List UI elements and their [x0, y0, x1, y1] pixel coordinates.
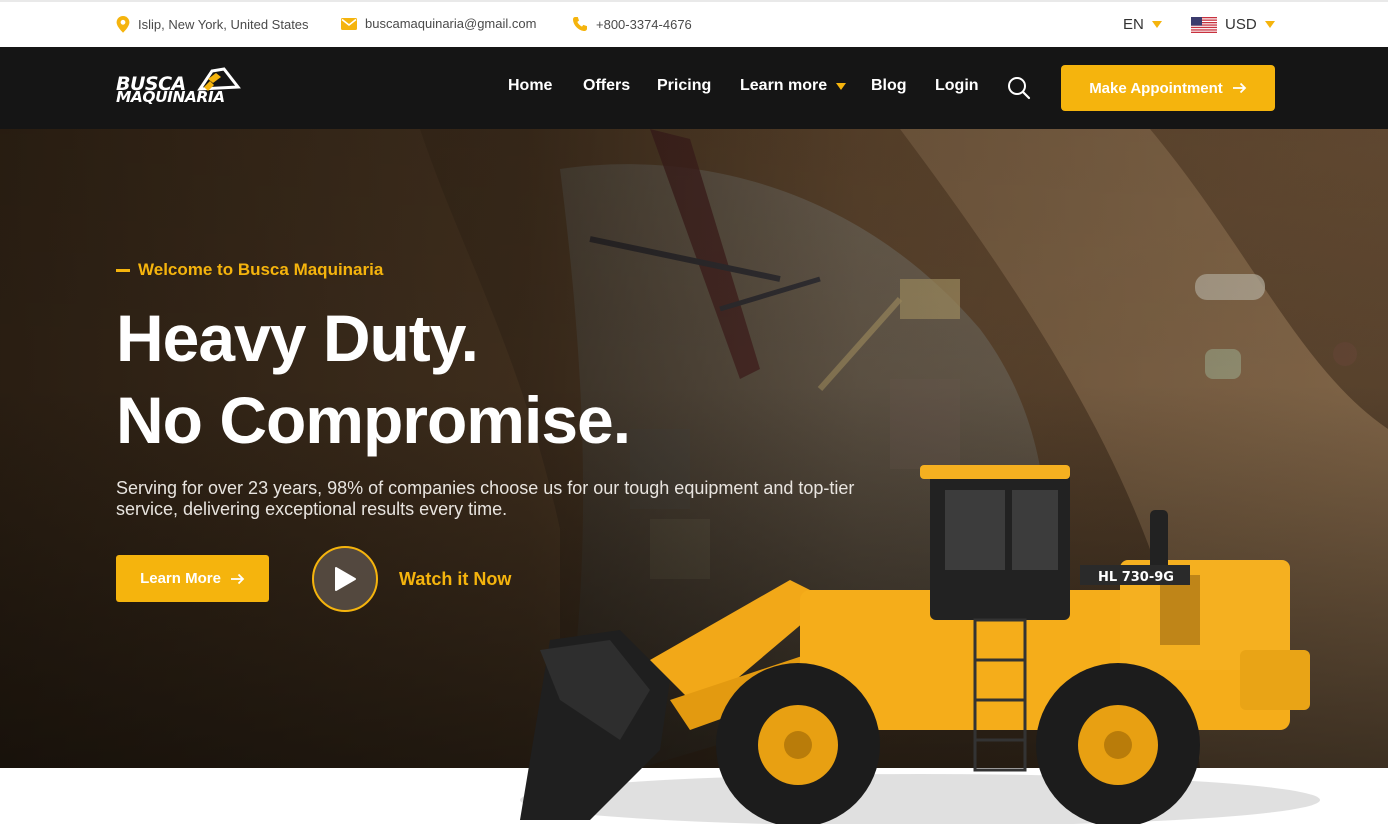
us-flag-icon: [1191, 16, 1217, 33]
nav-home[interactable]: Home: [508, 77, 552, 95]
location-info: Islip, New York, United States: [116, 16, 309, 33]
hero-eyebrow: Welcome to Busca Maquinaria: [116, 260, 383, 280]
watch-video-link[interactable]: Watch it Now: [399, 569, 511, 590]
hero-headline-line-2: No Compromise.: [116, 383, 631, 457]
phone-info[interactable]: +800-3374-4676: [572, 16, 692, 32]
wheel-loader-image: HL 730-9G: [520, 465, 1320, 824]
brand-logo[interactable]: BUSCA MAQUINARIA: [116, 65, 248, 111]
search-icon[interactable]: [1007, 76, 1031, 100]
learn-more-button[interactable]: Learn More: [116, 555, 269, 602]
map-pin-icon: [116, 16, 130, 33]
nav-offers[interactable]: Offers: [583, 77, 630, 95]
make-appointment-button[interactable]: Make Appointment: [1061, 65, 1275, 111]
envelope-icon: [341, 17, 357, 30]
nav-login[interactable]: Login: [935, 77, 979, 95]
nav-pricing[interactable]: Pricing: [657, 77, 711, 95]
phone-icon: [573, 17, 587, 31]
location-text: Islip, New York, United States: [138, 17, 309, 32]
currency-selector[interactable]: USD: [1191, 16, 1275, 33]
language-value[interactable]: EN: [1123, 16, 1144, 33]
email-info[interactable]: buscamaquinaria@gmail.com: [341, 16, 536, 31]
play-video-button[interactable]: [312, 546, 378, 612]
top-info-bar: Islip, New York, United States buscamaqu…: [0, 0, 1388, 47]
nav-learn-more[interactable]: Learn more: [740, 77, 847, 95]
logo-line-2: MAQUINARIA: [116, 88, 225, 106]
language-selector[interactable]: EN: [1123, 16, 1162, 33]
loader-model-label: HL 730-9G: [1098, 570, 1174, 585]
arrow-right-icon: [230, 573, 245, 584]
make-appointment-label: Make Appointment: [1089, 79, 1223, 97]
nav-learn-more-label[interactable]: Learn more: [740, 77, 827, 95]
chevron-down-icon: [1264, 21, 1275, 28]
chevron-down-icon: [836, 82, 847, 90]
nav-blog[interactable]: Blog: [871, 77, 907, 95]
email-text[interactable]: buscamaquinaria@gmail.com: [365, 16, 536, 31]
main-navbar: BUSCA MAQUINARIA Home Offers Pricing Lea…: [0, 47, 1388, 129]
arrow-right-icon: [1232, 82, 1247, 94]
play-icon: [335, 567, 356, 591]
hero-headline-line-1: Heavy Duty.: [116, 301, 479, 375]
currency-value[interactable]: USD: [1225, 16, 1257, 33]
phone-text[interactable]: +800-3374-4676: [596, 17, 692, 32]
eyebrow-dash: [116, 268, 130, 272]
chevron-down-icon: [1151, 21, 1162, 28]
hero-eyebrow-text: Welcome to Busca Maquinaria: [138, 260, 384, 279]
learn-more-label: Learn More: [140, 570, 221, 587]
